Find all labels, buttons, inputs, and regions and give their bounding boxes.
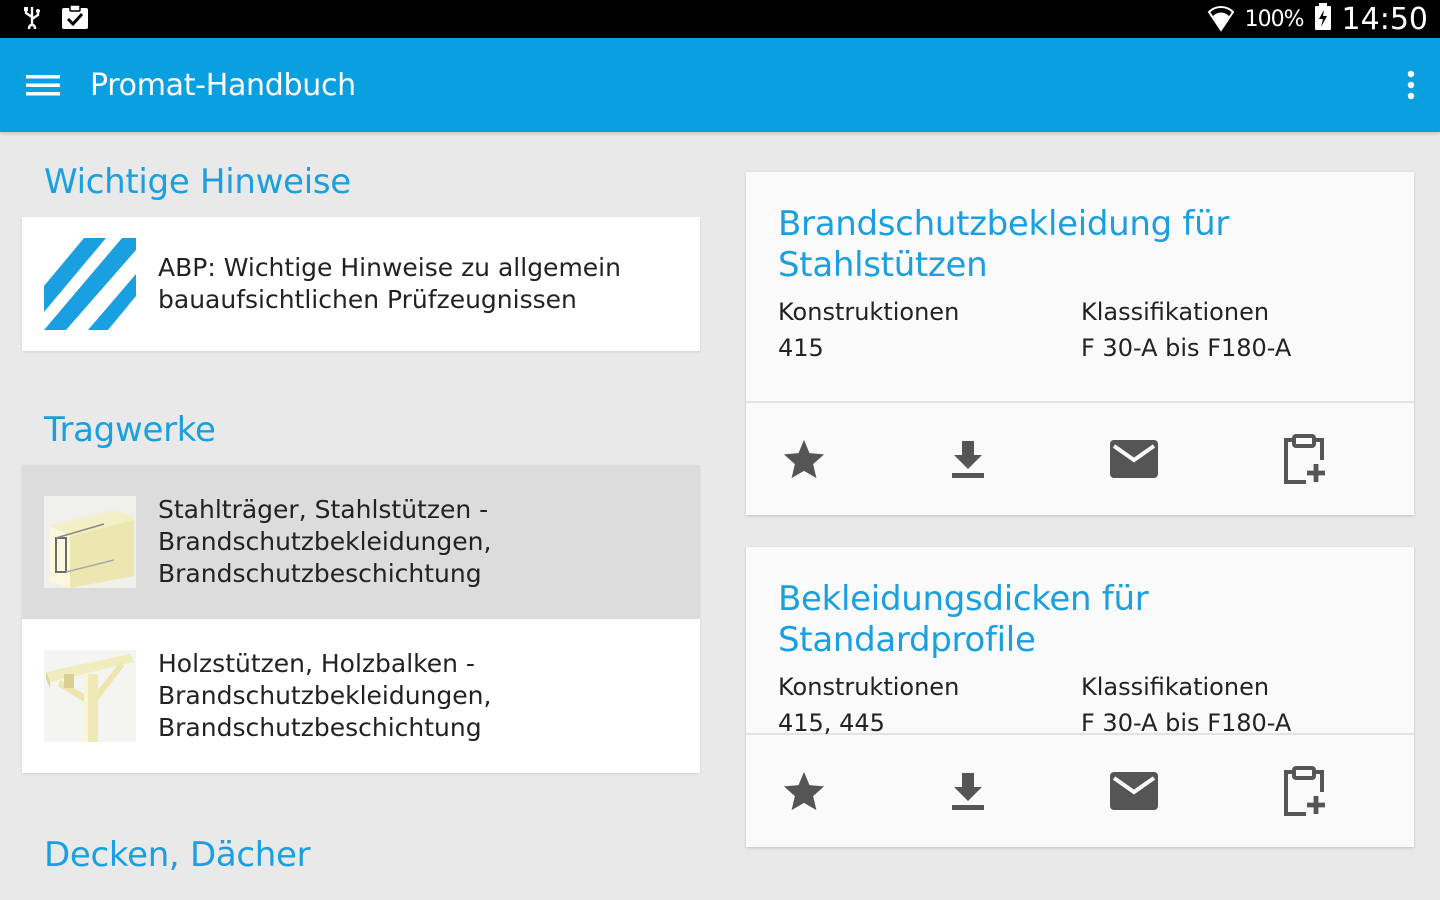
favorite-star-icon[interactable] bbox=[782, 770, 826, 812]
list-item-holzstuetzen[interactable]: Holzstützen, Holzbalken - Brandschutzbek… bbox=[22, 619, 700, 773]
konstruktionen-label: Konstruktionen bbox=[778, 298, 960, 326]
more-options-icon[interactable] bbox=[1406, 70, 1416, 100]
download-icon[interactable] bbox=[950, 439, 986, 479]
steel-beam-image bbox=[44, 496, 136, 588]
list-item-line: Brandschutzbekleidungen, bbox=[158, 681, 492, 710]
klassifikationen-label: Klassifikationen bbox=[1081, 673, 1270, 701]
clipboard-add-icon[interactable] bbox=[1282, 434, 1326, 484]
usb-icon bbox=[22, 5, 42, 33]
clipboard-add-icon[interactable] bbox=[1282, 766, 1326, 816]
status-bar: 100% 14:50 bbox=[0, 0, 1440, 38]
email-icon[interactable] bbox=[1110, 772, 1158, 810]
list-item-line: Brandschutzbeschichtung bbox=[158, 713, 482, 742]
card-title[interactable]: Brandschutzbekleidung für Stahlstützen bbox=[778, 204, 1382, 286]
list-item-stahltraeger[interactable]: Stahlträger, Stahlstützen - Brandschutzb… bbox=[22, 465, 700, 619]
klassifikationen-value: F 30-A bis F180-A bbox=[1081, 334, 1292, 362]
card-meta: Konstruktionen 415 Klassifikationen F 30… bbox=[778, 294, 1382, 366]
app-bar: Promat-Handbuch bbox=[0, 38, 1440, 132]
battery-percent: 100% bbox=[1244, 6, 1305, 32]
card-meta: Konstruktionen 415, 445 Klassifikationen… bbox=[778, 669, 1382, 741]
wifi-icon bbox=[1207, 2, 1235, 36]
card-title-line: Brandschutzbekleidung für bbox=[778, 204, 1230, 244]
list-item-line: bauaufsichtlichen Prüfzeugnissen bbox=[158, 285, 577, 314]
section-title-tragwerke: Tragwerke bbox=[44, 410, 216, 450]
product-card: Bekleidungsdicken für Standardprofile Ko… bbox=[746, 547, 1414, 847]
battery-charging-icon bbox=[1314, 3, 1332, 35]
section-title-wichtige-hinweise: Wichtige Hinweise bbox=[44, 162, 351, 202]
email-icon[interactable] bbox=[1110, 440, 1158, 478]
list-item-line: Brandschutzbeschichtung bbox=[158, 559, 482, 588]
clock: 14:50 bbox=[1341, 1, 1428, 37]
list-item-line: Brandschutzbekleidungen, bbox=[158, 527, 492, 556]
timber-frame-image bbox=[44, 650, 136, 742]
section-tragwerke: Stahlträger, Stahlstützen - Brandschutzb… bbox=[22, 465, 700, 773]
list-item-line: ABP: Wichtige Hinweise zu allgemein bbox=[158, 253, 621, 282]
product-card: Brandschutzbekleidung für Stahlstützen K… bbox=[746, 172, 1414, 515]
card-title-line: Bekleidungsdicken für Standardprofile bbox=[778, 579, 1149, 660]
clipboard-check-icon bbox=[60, 4, 90, 34]
section-title-decken-daecher: Decken, Dächer bbox=[44, 835, 311, 875]
konstruktionen-value: 415, 445 bbox=[778, 709, 885, 737]
category-list: Wichtige Hinweise ABP: Wichtige Hinweise… bbox=[22, 132, 700, 878]
klassifikationen-label: Klassifikationen bbox=[1081, 298, 1270, 326]
list-item-line: Stahlträger, Stahlstützen - bbox=[158, 495, 489, 524]
konstruktionen-label: Konstruktionen bbox=[778, 673, 960, 701]
section-wichtige-hinweise: ABP: Wichtige Hinweise zu allgemein baua… bbox=[22, 217, 700, 351]
klassifikationen-value: F 30-A bis F180-A bbox=[1081, 709, 1292, 737]
card-actions bbox=[746, 401, 1414, 515]
download-icon[interactable] bbox=[950, 771, 986, 811]
card-title[interactable]: Bekleidungsdicken für Standardprofile bbox=[778, 579, 1382, 661]
favorite-star-icon[interactable] bbox=[782, 438, 826, 480]
list-item-line: Holzstützen, Holzbalken - bbox=[158, 649, 475, 678]
app-title: Promat-Handbuch bbox=[90, 67, 356, 103]
menu-icon[interactable] bbox=[26, 73, 60, 97]
konstruktionen-value: 415 bbox=[778, 334, 824, 362]
list-item-abp-hinweise[interactable]: ABP: Wichtige Hinweise zu allgemein baua… bbox=[22, 217, 700, 351]
card-title-line: Stahlstützen bbox=[778, 245, 988, 285]
stripes-logo-icon bbox=[44, 238, 136, 330]
card-actions bbox=[746, 733, 1414, 847]
